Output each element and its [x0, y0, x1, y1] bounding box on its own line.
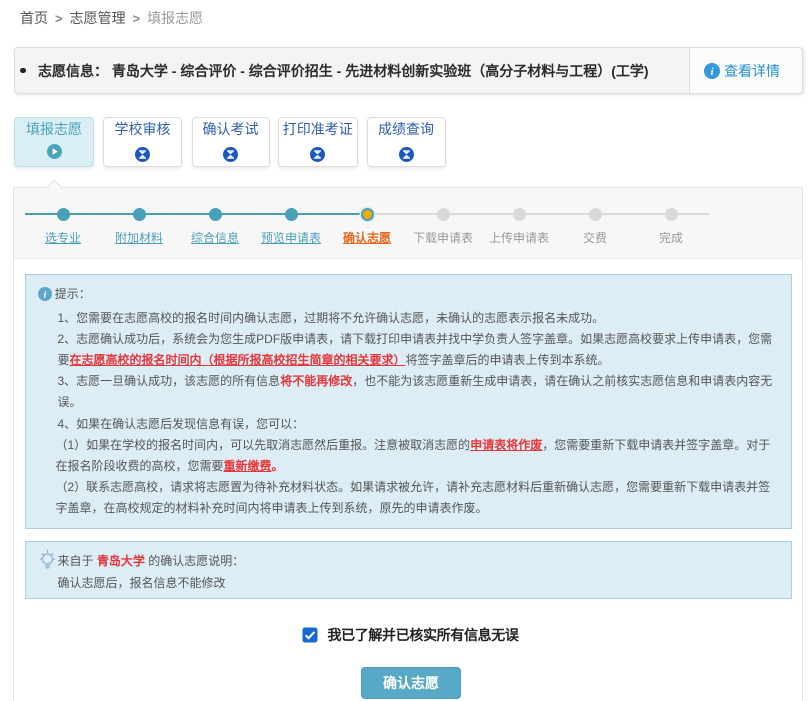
- svg-text:i: i: [44, 290, 47, 301]
